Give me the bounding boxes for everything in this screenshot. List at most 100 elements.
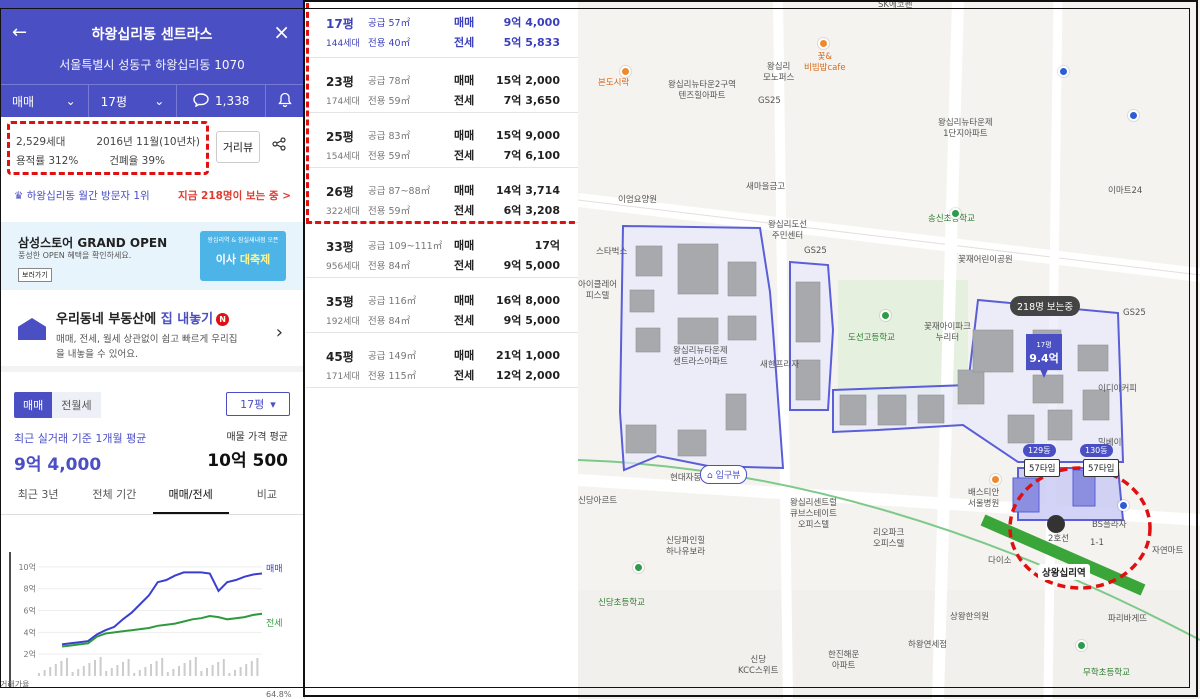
tab-period[interactable]: 최근 3년 <box>0 486 76 514</box>
share-icon[interactable] <box>272 137 286 155</box>
type-57-tag[interactable]: 57타입 <box>1083 459 1120 477</box>
bus-stop-pin-icon[interactable] <box>1118 500 1129 511</box>
row-trade-price: 15억 9,000 <box>495 129 560 142</box>
map-poi-label[interactable]: 상왕한의원 <box>950 612 989 623</box>
map-poi-label[interactable]: 배스티안 서울병원 <box>968 488 999 510</box>
school-pin-icon[interactable] <box>950 208 961 219</box>
map-poi-label[interactable]: 왕십리센트럴 큐브스테이트 오피스텔 <box>790 498 837 531</box>
dong-129-chip[interactable]: 129동 <box>1023 444 1056 457</box>
map-poi-label[interactable]: 도선고등학교 <box>848 333 895 344</box>
chart-volume-bar <box>66 658 68 676</box>
cafe-pin-icon[interactable] <box>818 38 829 49</box>
tab-period[interactable]: 매매/전세 <box>152 486 229 514</box>
visitor-rank[interactable]: ♛ 하왕십리동 월간 방문자 1위 <box>14 188 150 203</box>
school-pin-icon[interactable] <box>633 562 644 573</box>
pyeong-row[interactable]: 25평 154세대 공급 83㎡ 전용 59㎡ 매매 전세 15억 9,000 7억 6,10… <box>306 113 578 168</box>
chart-volume-bar <box>138 670 141 676</box>
map-poi-label[interactable]: 이마트24 <box>1108 186 1142 197</box>
close-icon[interactable]: × <box>273 20 290 44</box>
map-poi-label[interactable]: 꽃& 비빔밥cafe <box>804 52 846 74</box>
map-poi-label[interactable]: 하왕연세점 <box>908 640 947 651</box>
tab-trade[interactable]: 매매 <box>14 392 53 418</box>
pyeong-row[interactable]: 26평 322세대 공급 87~88㎡ 전용 59㎡ 매매 전세 14억 3,714 6억 3… <box>306 168 578 223</box>
map-poi-label[interactable]: 한진해운 아파트 <box>828 650 859 672</box>
comments-button[interactable]: 1,338 <box>177 85 267 117</box>
map-poi-label[interactable]: 신당 KCC스위트 <box>738 655 778 677</box>
pyeong-row[interactable]: 35평 192세대 공급 116㎡ 전용 84㎡ 매매 전세 16억 8,000 9억 5,0… <box>306 278 578 333</box>
chart-volume-bar <box>155 661 158 676</box>
map-poi-label[interactable]: 무학초등학교 <box>1083 668 1130 679</box>
trade-type-dropdown[interactable]: 매매 ⌄ <box>0 85 89 117</box>
map-poi-label[interactable]: 왕십리뉴타운제 1단지아파트 <box>938 118 993 140</box>
map-poi-label[interactable]: 아이클레어 피스텔 <box>578 280 617 302</box>
map-poi-label[interactable]: 꽃재어린이공원 <box>958 255 1013 266</box>
map-poi-label[interactable]: 새한프라자 <box>760 360 799 371</box>
restaurant-pin-icon[interactable] <box>620 66 631 77</box>
tab-period[interactable]: 비교 <box>229 486 304 514</box>
map-poi-label[interactable]: 스타벅스 <box>596 247 627 258</box>
chart-volume-bar <box>77 669 80 676</box>
store-pin-icon[interactable] <box>1058 66 1069 77</box>
map-poi-label[interactable]: BS플라자 <box>1092 520 1127 531</box>
map-poi-label[interactable]: 신당파인힐 하나유보라 <box>666 536 705 558</box>
chart-bottom-label: 64.8% <box>266 690 292 699</box>
row-trade-price: 9억 4,000 <box>503 16 560 29</box>
station-name[interactable]: 상왕십리역 <box>1038 564 1090 580</box>
ad-banner[interactable]: 삼성스토어 GRAND OPEN 풍성한 OPEN 혜택을 확인하세요. 보러가… <box>0 222 304 290</box>
map-poi-label[interactable]: 왕십리 모노퍼스 <box>763 62 794 84</box>
map-poi-label[interactable]: GS25 <box>1123 308 1146 319</box>
row-trade-label: 매매 <box>454 239 475 252</box>
street-view-button[interactable]: 거리뷰 <box>216 131 260 163</box>
row-exclusive-area: 전용 59㎡ <box>368 151 411 162</box>
school-pin-icon[interactable] <box>880 310 891 321</box>
banner-button[interactable]: 보러가기 <box>18 268 52 282</box>
map-poi-label[interactable]: GS25 <box>804 246 827 257</box>
map-poi-label[interactable]: SK에코펜 <box>878 0 912 11</box>
school-pin-icon[interactable] <box>1076 640 1087 651</box>
store-pin-icon[interactable] <box>1128 110 1139 121</box>
map-poi-label[interactable]: 자연마트 <box>1152 546 1183 557</box>
pyeong-row[interactable]: 23평 174세대 공급 78㎡ 전용 59㎡ 매매 전세 15억 2,000 7억 3,65… <box>306 58 578 113</box>
row-supply-area: 공급 83㎡ <box>368 131 411 142</box>
chart-volume-bar <box>82 666 85 676</box>
map-poi-label[interactable]: 본도시락 <box>598 78 629 89</box>
row-lease-label: 전세 <box>454 36 475 49</box>
pyeong-select[interactable]: 17평 ▾ <box>226 392 290 416</box>
map-poi-label[interactable]: 꽃재아이파크 누리터 <box>924 322 971 344</box>
complex-summary-box: 2,529세대 2016년 11월(10년차) 용적률 312% 건폐율 39% <box>7 121 209 175</box>
map-poi-label[interactable]: 신당아르트 <box>578 496 617 507</box>
pyeong-dropdown[interactable]: 17평 ⌄ <box>89 85 178 117</box>
trade-type-value: 매매 <box>12 94 35 109</box>
notification-button[interactable] <box>266 85 304 117</box>
viewers-bubble[interactable]: 218명 보는중 <box>1010 296 1081 316</box>
map-poi-label[interactable]: 리오파크 오피스텔 <box>873 528 904 550</box>
map-poi-label[interactable]: 이디야커피 <box>1098 384 1137 395</box>
row-exclusive-area: 전용 84㎡ <box>368 316 411 327</box>
entry-view-button[interactable]: ⌂ 입구뷰 <box>700 465 748 484</box>
map-poi-label[interactable]: 새마을금고 <box>746 182 785 193</box>
map-poi-label[interactable]: 왕십리뉴타운2구역 텐즈힐아파트 <box>668 80 736 102</box>
map-poi-label[interactable]: 왕십리뉴타운제 센트라스아파트 <box>673 346 728 368</box>
pyeong-row[interactable]: 17평 144세대 공급 57㎡ 전용 40㎡ 매매 전세 9억 4,000 5억 5,833 <box>306 0 578 58</box>
sell-home-card[interactable]: 우리동네 부동산에 집 내놓기 N 매매, 전세, 월세 상관없이 쉽고 빠르게 … <box>0 292 304 372</box>
map-poi-label[interactable]: 이엄요양원 <box>618 195 657 206</box>
map-poi-label[interactable]: 다이소 <box>988 556 1011 567</box>
chart-volume-bar <box>194 657 197 676</box>
row-supply-area: 공급 57㎡ <box>368 18 411 29</box>
row-supply-area: 공급 78㎡ <box>368 76 411 87</box>
map-poi-label[interactable]: 신당초등학교 <box>598 598 645 609</box>
tab-period[interactable]: 전체 기간 <box>76 486 152 514</box>
chevron-down-icon: ⌄ <box>154 94 165 108</box>
map-poi-label[interactable]: 왕십리도선 주민센터 <box>768 220 807 242</box>
hospital-pin-icon[interactable] <box>990 474 1001 485</box>
pyeong-row[interactable]: 45평 171세대 공급 149㎡ 전용 115㎡ 매매 전세 21억 1,000 12억 2… <box>306 333 578 388</box>
tab-rent[interactable]: 전월세 <box>52 392 101 418</box>
map-poi-label[interactable]: 파리바게뜨 <box>1108 614 1147 625</box>
pyeong-row[interactable]: 33평 956세대 공급 109~111㎡ 전용 84㎡ 매매 전세 17억 9억 5,000 <box>306 223 578 278</box>
map-view[interactable]: SK에코펜본도시락 왕십리뉴타운2구역 텐즈힐아파트 왕십리 모노퍼스 GS25 왕십리… <box>578 0 1200 699</box>
dong-130-chip[interactable]: 130동 <box>1080 444 1113 457</box>
row-trade-label: 매매 <box>454 294 475 307</box>
type-57-tag[interactable]: 57타입 <box>1024 459 1061 477</box>
now-viewing-link[interactable]: 지금 218명이 보는 중 > <box>178 188 291 203</box>
map-poi-label[interactable]: GS25 <box>758 96 781 107</box>
